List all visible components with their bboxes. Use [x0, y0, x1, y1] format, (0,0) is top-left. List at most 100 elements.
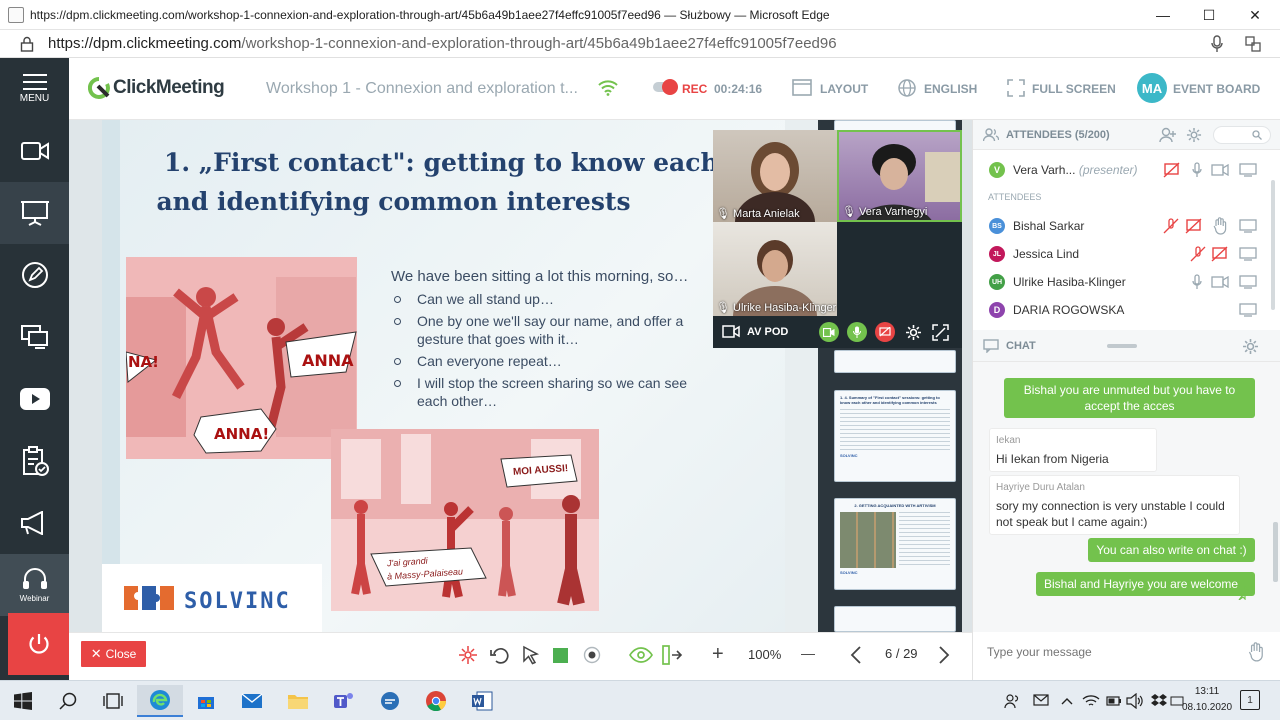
camera-icon[interactable]	[1211, 164, 1229, 176]
screen-off-icon[interactable]	[1211, 246, 1229, 262]
sidebar-cta-button[interactable]	[0, 492, 69, 554]
record-dot-icon[interactable]	[583, 646, 601, 664]
thumbnail-9[interactable]	[834, 606, 956, 632]
av-camera-toggle[interactable]	[819, 322, 839, 342]
microphone-icon[interactable]	[1192, 162, 1202, 178]
store-icon[interactable]	[183, 685, 229, 717]
task-view-icon[interactable]	[90, 685, 136, 717]
zoom-in-button[interactable]: +	[712, 643, 724, 666]
sidebar-whiteboard-button[interactable]	[0, 244, 69, 306]
close-window-button[interactable]: ✕	[1232, 0, 1278, 30]
mic-off-icon[interactable]	[1163, 218, 1179, 234]
attendees-settings-icon[interactable]	[1186, 127, 1202, 143]
sidebar-youtube-button[interactable]	[0, 368, 69, 430]
chat-message-input[interactable]	[979, 638, 1239, 666]
av-screen-toggle[interactable]	[875, 322, 895, 342]
raise-hand-icon[interactable]	[1247, 642, 1265, 662]
layout-button[interactable]: LAYOUT	[820, 82, 868, 96]
add-attendee-icon[interactable]	[1159, 127, 1177, 143]
pin-icon[interactable]	[1237, 586, 1251, 600]
file-explorer-icon[interactable]	[275, 685, 321, 717]
event-board-button[interactable]: EVENT BOARD	[1173, 82, 1260, 96]
screen-icon[interactable]	[1239, 303, 1257, 317]
attendees-scrollbar[interactable]	[1271, 180, 1275, 310]
chat-settings-icon[interactable]	[1242, 338, 1259, 355]
attendee-search-input[interactable]	[1213, 126, 1271, 144]
screen-off-icon[interactable]	[1185, 218, 1203, 234]
address-bar[interactable]: https://dpm.clickmeeting.com/workshop-1-…	[0, 30, 1280, 58]
volume-tray-icon[interactable]	[1126, 693, 1144, 709]
language-button[interactable]: ENGLISH	[924, 82, 977, 96]
screen-icon[interactable]	[1239, 247, 1257, 261]
laser-pointer-icon[interactable]	[458, 645, 478, 665]
mail-icon[interactable]	[229, 685, 275, 717]
attendee-row[interactable]: JL Jessica Lind	[973, 240, 1273, 268]
sidebar-webinar-button[interactable]: Webinar	[0, 554, 69, 616]
sidebar-camera-button[interactable]	[0, 120, 69, 182]
windows-start-icon[interactable]	[0, 685, 46, 717]
fullscreen-button[interactable]: FULL SCREEN	[1032, 82, 1116, 96]
eye-icon[interactable]	[629, 647, 653, 663]
color-picker-swatch[interactable]	[553, 648, 568, 663]
chevron-up-icon[interactable]	[1060, 694, 1074, 708]
attendee-row[interactable]: UH Ulrike Hasiba-Klinger	[973, 268, 1273, 296]
sidebar-tests-button[interactable]	[0, 430, 69, 492]
wifi-tray-icon[interactable]	[1082, 693, 1100, 709]
chat-resize-handle[interactable]	[1107, 344, 1137, 348]
search-icon[interactable]	[45, 685, 91, 717]
translate-icon[interactable]	[1245, 36, 1261, 52]
av-mic-toggle[interactable]	[847, 322, 867, 342]
stage-scrollbar-track[interactable]	[962, 120, 972, 632]
undo-icon[interactable]	[490, 646, 510, 664]
raised-hand-icon[interactable]	[1213, 217, 1227, 235]
taskbar-time[interactable]: 13:11	[1183, 686, 1231, 697]
screen-icon[interactable]	[1239, 219, 1257, 233]
minimize-button[interactable]: —	[1140, 0, 1186, 30]
notification-center-icon[interactable]: 1	[1240, 690, 1260, 710]
thumbnail-7[interactable]: 1. 4. Summary of "First contact" session…	[834, 390, 956, 482]
layout-icon[interactable]	[792, 79, 812, 96]
sidebar-presentation-button[interactable]	[0, 182, 69, 244]
cursor-icon[interactable]	[522, 645, 540, 665]
zoom-out-button[interactable]: —	[801, 645, 815, 661]
url-text[interactable]: https://dpm.clickmeeting.com/workshop-1-…	[48, 35, 837, 52]
screen-icon[interactable]	[1239, 275, 1257, 289]
battery-tray-icon[interactable]	[1106, 693, 1122, 709]
thumbnail-8[interactable]: 2. GETTING ACQUAINTED WITH ARTIVISM SOLV…	[834, 498, 956, 590]
screen-icon[interactable]	[1239, 163, 1257, 177]
chat-app-icon[interactable]	[367, 685, 413, 717]
menu-button[interactable]: MENU	[0, 58, 69, 120]
edge-browser-icon[interactable]	[137, 685, 183, 717]
word-icon[interactable]	[459, 685, 505, 717]
close-presentation-button[interactable]: ✕ Close	[81, 641, 146, 667]
rec-dot-icon[interactable]	[662, 79, 678, 95]
video-tile-ulrike[interactable]: 🎙 Ulrike Hasiba-Klinger	[713, 222, 837, 316]
end-session-button[interactable]	[8, 613, 69, 675]
screen-off-icon[interactable]	[1163, 162, 1181, 178]
dropbox-tray-icon[interactable]	[1150, 693, 1168, 709]
thumbnail-6[interactable]	[834, 350, 956, 373]
attendee-row[interactable]: BS Bishal Sarkar	[973, 212, 1273, 240]
mic-off-icon[interactable]	[1190, 246, 1206, 262]
av-expand-icon[interactable]	[932, 324, 949, 341]
video-tile-vera[interactable]: 🎙 Vera Varhegyi	[837, 130, 962, 222]
av-settings-icon[interactable]	[905, 324, 922, 341]
taskbar-date[interactable]: 08.10.2020	[1176, 702, 1238, 713]
maximize-button[interactable]: ☐	[1186, 0, 1232, 30]
microphone-icon[interactable]	[1210, 35, 1224, 53]
previous-slide-icon[interactable]	[850, 646, 862, 664]
people-tray-icon[interactable]	[1004, 693, 1020, 709]
sidebar-toggle-icon[interactable]	[661, 644, 683, 666]
event-board-avatar[interactable]: MA	[1137, 73, 1167, 103]
chat-scrollbar[interactable]	[1273, 522, 1278, 582]
camera-icon[interactable]	[1211, 276, 1229, 288]
next-slide-icon[interactable]	[938, 646, 950, 664]
attendee-row[interactable]: D DARIA ROGOWSKA	[973, 296, 1273, 324]
fullscreen-icon[interactable]	[1007, 79, 1025, 97]
microphone-icon[interactable]	[1192, 274, 1202, 290]
chrome-icon[interactable]	[413, 685, 459, 717]
globe-icon[interactable]	[898, 79, 916, 97]
presenter-row[interactable]: V Vera Varh... (presenter)	[973, 156, 1273, 184]
teams-icon[interactable]	[321, 685, 367, 717]
message-tray-icon[interactable]	[1033, 694, 1049, 708]
